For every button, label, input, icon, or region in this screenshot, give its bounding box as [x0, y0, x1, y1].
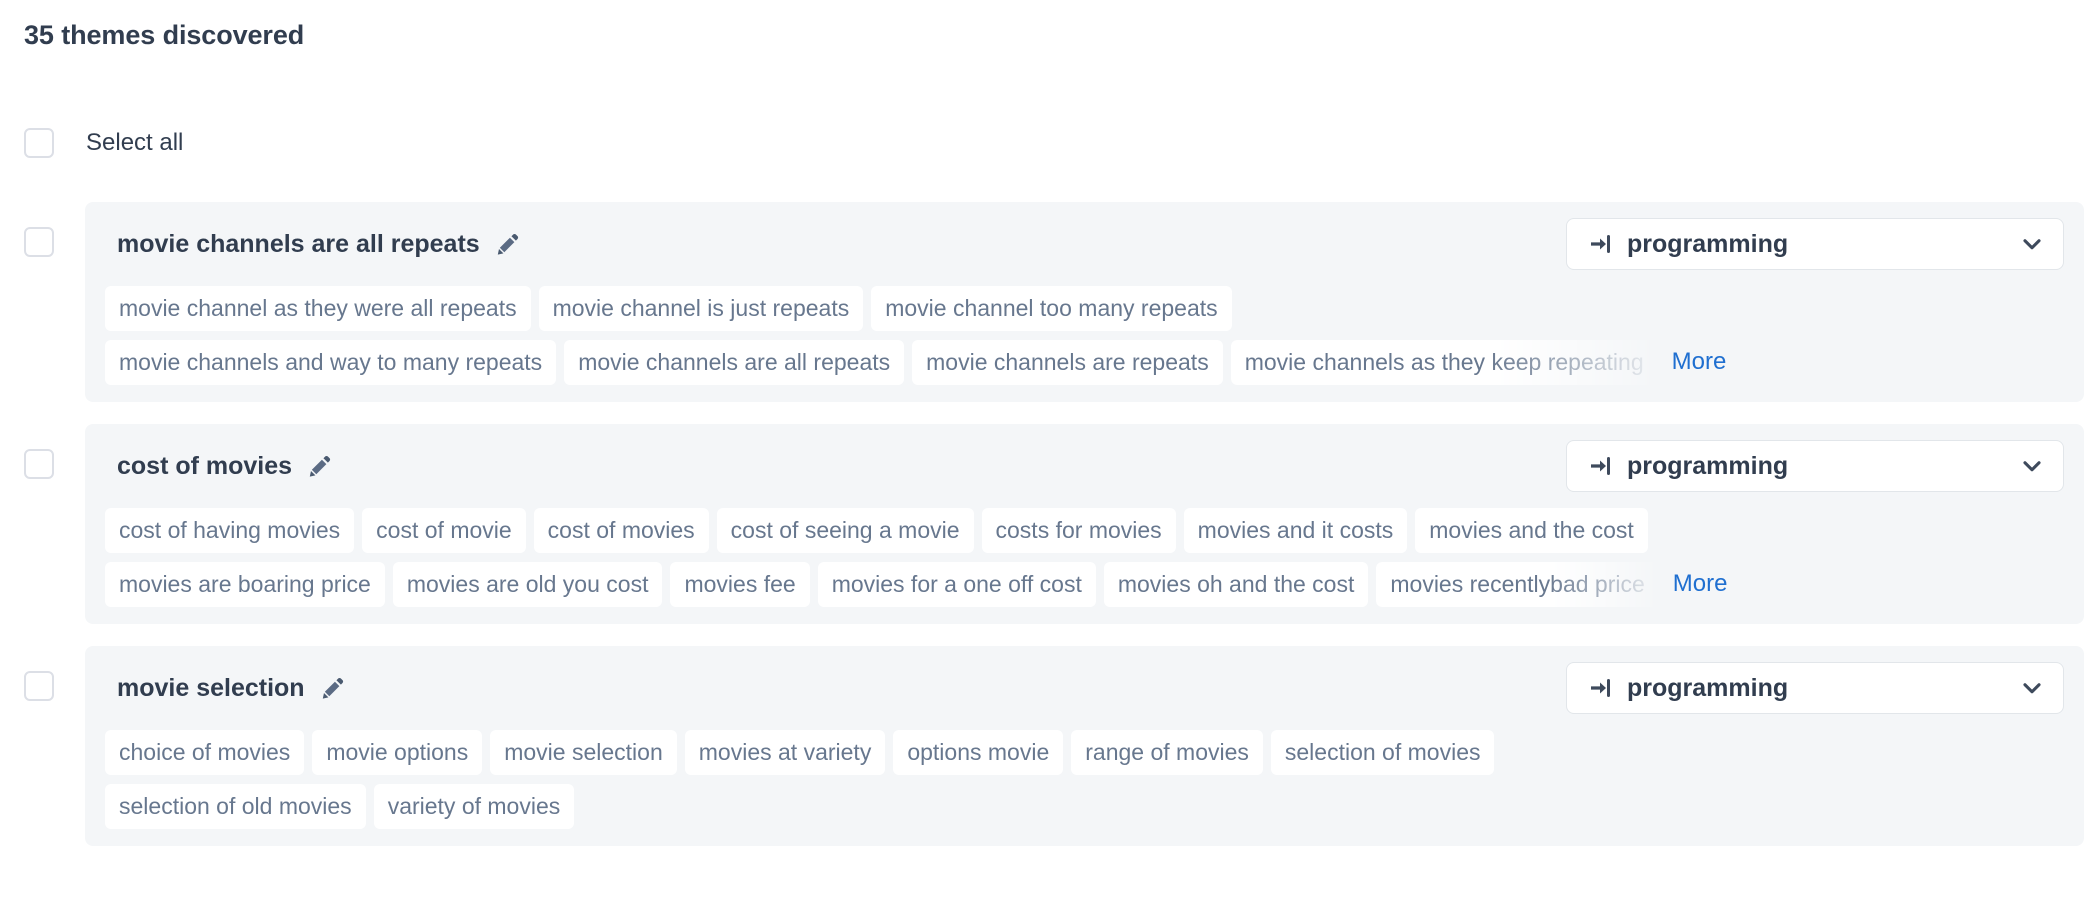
more-link[interactable]: More	[1673, 570, 1728, 598]
select-all-row[interactable]: Select all	[24, 128, 183, 158]
theme-checkbox-wrapper	[0, 646, 85, 701]
phrase-pill[interactable]: cost of movies	[534, 508, 709, 553]
phrase-pill[interactable]: movie selection	[490, 730, 677, 775]
phrase-pill-rows: movie channel as they were all repeatsmo…	[85, 274, 2084, 386]
select-all-checkbox[interactable]	[24, 128, 54, 158]
phrase-pill[interactable]: movies and the cost	[1415, 508, 1648, 553]
theme-title: cost of movies	[117, 452, 292, 481]
phrase-pill[interactable]: cost of movie	[362, 508, 526, 553]
theme-card: cost of movies programming cost of having …	[85, 424, 2084, 624]
phrase-pill[interactable]: movie channels as they keep repeating	[1231, 340, 1658, 385]
phrase-pill[interactable]: movie channel too many repeats	[871, 286, 1231, 331]
phrase-pill[interactable]: movie channels are repeats	[912, 340, 1223, 385]
phrase-pill[interactable]: options movie	[893, 730, 1063, 775]
theme-checkbox-wrapper	[0, 424, 85, 479]
phrase-pill-rows: cost of having moviescost of moviecost o…	[85, 496, 2084, 608]
theme-title: movie selection	[117, 674, 305, 703]
phrase-pill[interactable]: movie channels and way to many repeats	[105, 340, 556, 385]
phrase-pill-row: cost of having moviescost of moviecost o…	[85, 506, 2084, 554]
theme-checkbox[interactable]	[24, 671, 54, 701]
theme-row: movie channels are all repeats programmin…	[0, 202, 2084, 402]
category-dropdown-value: programming	[1627, 674, 2019, 703]
theme-card-header: movie selection programming	[85, 658, 2084, 718]
phrase-pill[interactable]: cost of having movies	[105, 508, 354, 553]
page-title: 35 themes discovered	[24, 20, 304, 51]
pencil-icon[interactable]	[494, 231, 520, 257]
phrase-pill[interactable]: costs for movies	[982, 508, 1176, 553]
phrase-pill-row: selection of old moviesvariety of movies	[85, 782, 2084, 830]
phrase-pill[interactable]: movies and it costs	[1184, 508, 1408, 553]
phrase-pill-row: movie channels and way to many repeatsmo…	[85, 338, 2084, 386]
themes-page: 35 themes discovered Select all movie ch…	[0, 0, 2084, 912]
phrase-pill[interactable]: movie options	[312, 730, 482, 775]
arrow-to-bar-icon	[1589, 232, 1613, 256]
theme-checkbox-wrapper	[0, 202, 85, 257]
select-all-label: Select all	[86, 129, 183, 157]
theme-title-wrapper: movie selection	[117, 674, 345, 703]
chevron-down-icon[interactable]	[2019, 453, 2045, 479]
phrase-pill-row: movie channel as they were all repeatsmo…	[85, 284, 2084, 332]
more-link[interactable]: More	[1672, 348, 1727, 376]
phrase-pill[interactable]: cost of seeing a movie	[717, 508, 974, 553]
phrase-pill[interactable]: movies are boaring price	[105, 562, 385, 607]
phrase-pill[interactable]: movie channels are all repeats	[564, 340, 904, 385]
phrase-pill[interactable]: selection of movies	[1271, 730, 1495, 775]
phrase-pill[interactable]: movies recentlybad price	[1376, 562, 1658, 607]
phrase-pill[interactable]: movie channel is just repeats	[539, 286, 864, 331]
category-dropdown[interactable]: programming	[1566, 662, 2064, 714]
chevron-down-icon[interactable]	[2019, 231, 2045, 257]
category-dropdown-value: programming	[1627, 452, 2019, 481]
phrase-pill[interactable]: variety of movies	[374, 784, 575, 829]
phrase-pill-row: movies are boaring pricemovies are old y…	[85, 560, 2084, 608]
phrase-pill[interactable]: movies fee	[670, 562, 809, 607]
phrase-pill[interactable]: movies oh and the cost	[1104, 562, 1369, 607]
theme-title-wrapper: cost of movies	[117, 452, 332, 481]
theme-row: cost of movies programming cost of having …	[0, 424, 2084, 624]
category-dropdown[interactable]: programming	[1566, 440, 2064, 492]
phrase-pill-rows: choice of moviesmovie optionsmovie selec…	[85, 718, 2084, 830]
phrase-pill[interactable]: movies for a one off cost	[818, 562, 1096, 607]
theme-checkbox[interactable]	[24, 449, 54, 479]
category-dropdown[interactable]: programming	[1566, 218, 2064, 270]
theme-card: movie channels are all repeats programmin…	[85, 202, 2084, 402]
phrase-pill[interactable]: choice of movies	[105, 730, 304, 775]
theme-card-header: cost of movies programming	[85, 436, 2084, 496]
theme-row: movie selection programming choice of movi…	[0, 646, 2084, 846]
arrow-to-bar-icon	[1589, 676, 1613, 700]
arrow-to-bar-icon	[1589, 454, 1613, 478]
theme-card-header: movie channels are all repeats programmin…	[85, 214, 2084, 274]
pencil-icon[interactable]	[306, 453, 332, 479]
chevron-down-icon[interactable]	[2019, 675, 2045, 701]
pencil-icon[interactable]	[319, 675, 345, 701]
phrase-pill[interactable]: movie channel as they were all repeats	[105, 286, 531, 331]
phrase-pill-row: choice of moviesmovie optionsmovie selec…	[85, 728, 2084, 776]
category-dropdown-value: programming	[1627, 230, 2019, 259]
phrase-pill[interactable]: movies at variety	[685, 730, 886, 775]
theme-checkbox[interactable]	[24, 227, 54, 257]
theme-card: movie selection programming choice of movi…	[85, 646, 2084, 846]
phrase-pill[interactable]: movies are old you cost	[393, 562, 663, 607]
phrase-pill[interactable]: range of movies	[1071, 730, 1263, 775]
theme-title-wrapper: movie channels are all repeats	[117, 230, 520, 259]
theme-title: movie channels are all repeats	[117, 230, 480, 259]
phrase-pill[interactable]: selection of old movies	[105, 784, 366, 829]
theme-list: movie channels are all repeats programmin…	[0, 202, 2084, 868]
